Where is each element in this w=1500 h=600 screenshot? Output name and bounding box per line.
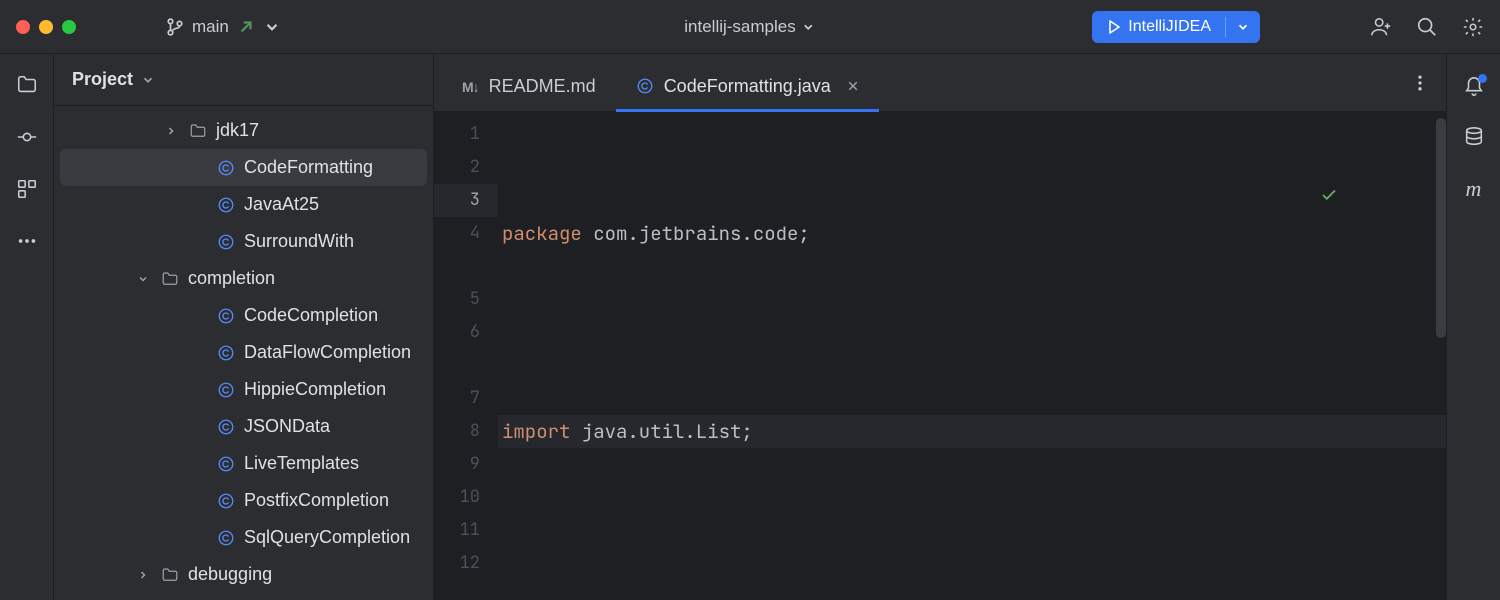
- close-window-button[interactable]: [16, 20, 30, 34]
- editor-area: M↓ README.md CodeFormatting.java 1 2 3 4 5…: [434, 54, 1446, 600]
- project-name: intellij-samples: [684, 17, 795, 37]
- markdown-icon: M↓: [462, 76, 479, 97]
- project-panel-title: Project: [72, 69, 133, 90]
- close-icon[interactable]: [847, 80, 859, 92]
- class-icon: [216, 307, 236, 325]
- tree-item-label: SqlQueryCompletion: [244, 527, 410, 548]
- commit-tool-icon[interactable]: [16, 126, 38, 148]
- tree-item-debugging[interactable]: debugging: [54, 556, 433, 593]
- more-tool-icon[interactable]: [16, 230, 38, 252]
- branch-name: main: [192, 17, 229, 37]
- editor-tab-codeformatting-java[interactable]: CodeFormatting.java: [616, 61, 879, 111]
- tree-item-label: debugging: [188, 564, 272, 585]
- minimize-window-button[interactable]: [39, 20, 53, 34]
- class-icon: [216, 159, 236, 177]
- tree-item-dataflowcompletion[interactable]: DataFlowCompletion: [54, 334, 433, 371]
- chevron-down-icon[interactable]: [134, 273, 152, 285]
- titlebar-right-icons: [1370, 16, 1484, 38]
- branch-icon: [166, 18, 184, 36]
- tree-item-label: jdk17: [216, 120, 259, 141]
- tree-item-label: CodeFormatting: [244, 157, 373, 178]
- left-tool-rail: [0, 54, 54, 600]
- tree-item-hippiecompletion[interactable]: HippieCompletion: [54, 371, 433, 408]
- chevron-right-icon[interactable]: [162, 125, 180, 137]
- tree-item-label: CodeCompletion: [244, 305, 378, 326]
- window-controls: [16, 20, 76, 34]
- editor-tab-bar: M↓ README.md CodeFormatting.java: [434, 54, 1446, 112]
- class-icon: [636, 77, 654, 95]
- chevron-right-icon[interactable]: [134, 569, 152, 581]
- tree-item-label: DataFlowCompletion: [244, 342, 411, 363]
- inspection-ok-icon[interactable]: [1320, 120, 1434, 270]
- folder-icon: [160, 270, 180, 288]
- project-panel-header[interactable]: Project: [54, 54, 433, 106]
- tree-item-label: JavaAt25: [244, 194, 319, 215]
- tab-menu-icon[interactable]: [1410, 73, 1430, 93]
- class-icon: [216, 492, 236, 510]
- arrow-up-right-icon: [237, 18, 255, 36]
- class-icon: [216, 418, 236, 436]
- class-icon: [216, 196, 236, 214]
- titlebar: main intellij-samples IntelliJIDEA: [0, 0, 1500, 54]
- editor-tab-readme-md[interactable]: M↓ README.md: [442, 61, 616, 111]
- folder-icon: [188, 122, 208, 140]
- tab-label: README.md: [489, 76, 596, 97]
- editor-body[interactable]: 1 2 3 4 5 6 7 8 9 10 11 12 package com.j…: [434, 112, 1446, 600]
- tree-item-jsondata[interactable]: JSONData: [54, 408, 433, 445]
- code-editor[interactable]: package com.jetbrains.code; import java.…: [498, 112, 1446, 600]
- zoom-window-button[interactable]: [62, 20, 76, 34]
- tree-item-completion[interactable]: completion: [54, 260, 433, 297]
- scrollbar-thumb[interactable]: [1436, 118, 1446, 338]
- play-icon: [1106, 19, 1122, 35]
- tree-item-label: PostfixCompletion: [244, 490, 389, 511]
- project-name-dropdown[interactable]: intellij-samples: [684, 17, 815, 37]
- right-tool-rail: m: [1446, 54, 1500, 600]
- project-tool-icon[interactable]: [16, 74, 38, 96]
- class-icon: [216, 455, 236, 473]
- maven-tool-icon[interactable]: m: [1466, 176, 1482, 202]
- database-tool-icon[interactable]: [1463, 126, 1485, 148]
- project-tree[interactable]: jdk17 CodeFormatting JavaAt25 SurroundWith c…: [54, 106, 433, 600]
- search-icon[interactable]: [1416, 16, 1438, 38]
- tree-item-jdk17[interactable]: jdk17: [54, 112, 433, 149]
- folder-icon: [160, 566, 180, 584]
- tree-item-label: HippieCompletion: [244, 379, 386, 400]
- class-icon: [216, 381, 236, 399]
- notifications-icon[interactable]: [1463, 76, 1485, 98]
- class-icon: [216, 233, 236, 251]
- tree-item-surroundwith[interactable]: SurroundWith: [54, 223, 433, 260]
- notification-dot-icon: [1478, 74, 1487, 83]
- code-with-me-icon[interactable]: [1370, 16, 1392, 38]
- project-tool-window: Project jdk17 CodeFormatting JavaAt25 Surro…: [54, 54, 434, 600]
- chevron-down-icon: [802, 20, 816, 34]
- tab-label: CodeFormatting.java: [664, 76, 831, 97]
- class-icon: [216, 529, 236, 547]
- tree-item-postfixcompletion[interactable]: PostfixCompletion: [54, 482, 433, 519]
- chevron-down-icon: [263, 18, 281, 36]
- vcs-branch-widget[interactable]: main: [166, 17, 281, 37]
- chevron-down-icon: [1236, 20, 1250, 34]
- tree-item-livetemplates[interactable]: LiveTemplates: [54, 445, 433, 482]
- tree-item-javaat25[interactable]: JavaAt25: [54, 186, 433, 223]
- tree-item-sqlquerycompletion[interactable]: SqlQueryCompletion: [54, 519, 433, 556]
- run-configuration-button[interactable]: IntelliJIDEA: [1092, 11, 1260, 43]
- class-icon: [216, 344, 236, 362]
- structure-tool-icon[interactable]: [16, 178, 38, 200]
- tree-item-label: JSONData: [244, 416, 330, 437]
- chevron-down-icon: [141, 73, 155, 87]
- editor-gutter: 1 2 3 4 5 6 7 8 9 10 11 12: [434, 112, 498, 600]
- divider: [1225, 17, 1226, 37]
- tree-item-label: LiveTemplates: [244, 453, 359, 474]
- tree-item-codeformatting[interactable]: CodeFormatting: [60, 149, 427, 186]
- run-config-label: IntelliJIDEA: [1128, 18, 1211, 36]
- tree-item-label: completion: [188, 268, 275, 289]
- gear-icon[interactable]: [1462, 16, 1484, 38]
- tree-item-label: SurroundWith: [244, 231, 354, 252]
- tree-item-codecompletion[interactable]: CodeCompletion: [54, 297, 433, 334]
